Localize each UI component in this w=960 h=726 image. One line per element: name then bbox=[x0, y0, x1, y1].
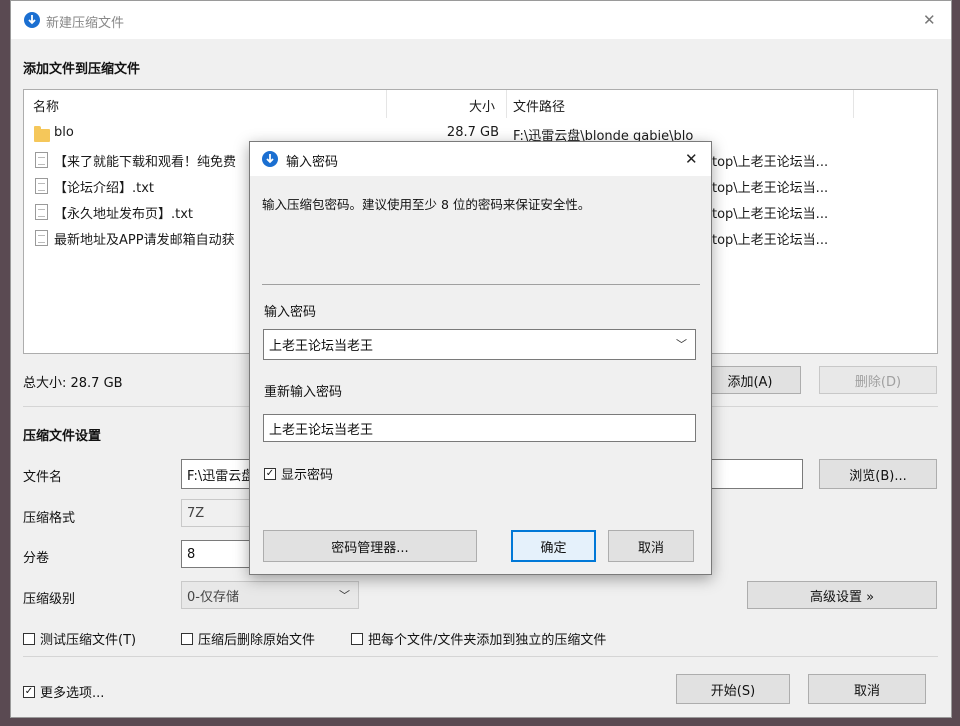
divider bbox=[23, 656, 938, 657]
main-titlebar: 新建压缩文件 ✕ bbox=[11, 1, 951, 39]
test-archive-checkbox[interactable]: 测试压缩文件(T) bbox=[23, 629, 136, 648]
add-button[interactable]: 添加(A) bbox=[699, 366, 801, 394]
file-name: blo bbox=[54, 125, 74, 140]
checkbox-box bbox=[351, 632, 363, 645]
advanced-settings-button[interactable]: 高级设置 » bbox=[747, 581, 937, 609]
password-label: 输入密码 bbox=[264, 305, 317, 320]
main-window-title: 新建压缩文件 bbox=[46, 16, 125, 31]
format-select[interactable]: 7Z bbox=[181, 499, 259, 527]
column-header-name[interactable]: 名称 bbox=[33, 96, 59, 115]
checkbox-box bbox=[181, 632, 193, 645]
file-name: 【来了就能下载和观看！纯免费 bbox=[54, 155, 237, 170]
dialog-title: 输入密码 bbox=[286, 155, 339, 170]
file-name: 【永久地址发布页】.txt bbox=[54, 207, 194, 222]
close-icon[interactable]: ✕ bbox=[685, 150, 698, 168]
split-label: 分卷 bbox=[23, 551, 50, 566]
browse-button[interactable]: 浏览(B)... bbox=[819, 459, 937, 489]
close-icon[interactable]: ✕ bbox=[923, 11, 936, 29]
file-path: top\上老王论坛当... bbox=[712, 181, 829, 196]
each-file-checkbox[interactable]: 把每个文件/文件夹添加到独立的压缩文件 bbox=[351, 629, 606, 648]
total-size: 总大小: 28.7 GB bbox=[23, 376, 123, 391]
each-file-label: 把每个文件/文件夹添加到独立的压缩文件 bbox=[368, 633, 607, 648]
password-manager-button[interactable]: 密码管理器... bbox=[263, 530, 477, 562]
file-name: 最新地址及APP请发邮箱自动获 bbox=[54, 233, 235, 248]
show-password-checkbox[interactable]: ✓ 显示密码 bbox=[264, 464, 333, 483]
level-value: 0-仅存储 bbox=[187, 589, 239, 605]
text-file-icon bbox=[35, 230, 48, 246]
divider bbox=[262, 284, 700, 285]
show-password-label: 显示密码 bbox=[281, 468, 334, 483]
column-divider bbox=[853, 90, 854, 118]
checkbox-checked-icon: ✓ bbox=[264, 467, 276, 480]
dialog-cancel-button[interactable]: 取消 bbox=[608, 530, 694, 562]
password-value: 上老王论坛当老王 bbox=[269, 339, 374, 354]
delete-button[interactable]: 删除(D) bbox=[819, 366, 937, 394]
more-options-label: 更多选项... bbox=[40, 686, 105, 701]
column-header-path[interactable]: 文件路径 bbox=[513, 96, 565, 115]
file-path: top\上老王论坛当... bbox=[712, 207, 829, 222]
section-add-title: 添加文件到压缩文件 bbox=[23, 62, 141, 77]
password-dialog: 输入密码 ✕ 输入压缩包密码。建议使用至少 8 位的密码来保证安全性。 输入密码… bbox=[249, 141, 712, 575]
test-archive-label: 测试压缩文件(T) bbox=[40, 633, 137, 648]
text-file-icon bbox=[35, 204, 48, 220]
chevron-down-icon: ﹀ bbox=[676, 338, 687, 351]
file-path: top\上老王论坛当... bbox=[712, 155, 829, 170]
more-options-checkbox[interactable]: ✓ 更多选项... bbox=[23, 682, 104, 701]
confirm-password-label: 重新输入密码 bbox=[264, 385, 343, 400]
delete-after-label: 压缩后删除原始文件 bbox=[198, 633, 316, 648]
dialog-titlebar: 输入密码 ✕ bbox=[250, 142, 711, 176]
column-divider bbox=[506, 90, 507, 118]
checkbox-box bbox=[23, 632, 35, 645]
confirm-password-input[interactable]: 上老王论坛当老王 bbox=[263, 414, 696, 442]
start-button[interactable]: 开始(S) bbox=[676, 674, 790, 704]
chevron-down-icon: ﹀ bbox=[339, 589, 350, 602]
dialog-description: 输入压缩包密码。建议使用至少 8 位的密码来保证安全性。 bbox=[262, 197, 591, 212]
folder-icon bbox=[34, 126, 50, 142]
list-header: 名称 大小 文件路径 bbox=[24, 90, 937, 118]
checkbox-checked-icon: ✓ bbox=[23, 685, 35, 698]
ok-button[interactable]: 确定 bbox=[511, 530, 596, 562]
password-input[interactable]: 上老王论坛当老王 ﹀ bbox=[263, 329, 696, 360]
delete-after-checkbox[interactable]: 压缩后删除原始文件 bbox=[181, 629, 315, 648]
level-label: 压缩级别 bbox=[23, 592, 76, 607]
text-file-icon bbox=[35, 152, 48, 168]
format-label: 压缩格式 bbox=[23, 511, 76, 526]
column-divider bbox=[386, 90, 387, 118]
settings-title: 压缩文件设置 bbox=[23, 429, 102, 444]
text-file-icon bbox=[35, 178, 48, 194]
file-path: top\上老王论坛当... bbox=[712, 233, 829, 248]
app-logo-icon bbox=[24, 12, 40, 28]
app-logo-icon bbox=[262, 151, 278, 167]
level-select[interactable]: 0-仅存储 ﹀ bbox=[181, 581, 359, 609]
file-size: 28.7 GB bbox=[446, 125, 499, 140]
filename-label: 文件名 bbox=[23, 470, 63, 485]
file-name: 【论坛介绍】.txt bbox=[54, 181, 155, 196]
column-header-size[interactable]: 大小 bbox=[469, 96, 495, 115]
cancel-button[interactable]: 取消 bbox=[808, 674, 926, 704]
split-input[interactable]: 8 bbox=[181, 540, 259, 568]
